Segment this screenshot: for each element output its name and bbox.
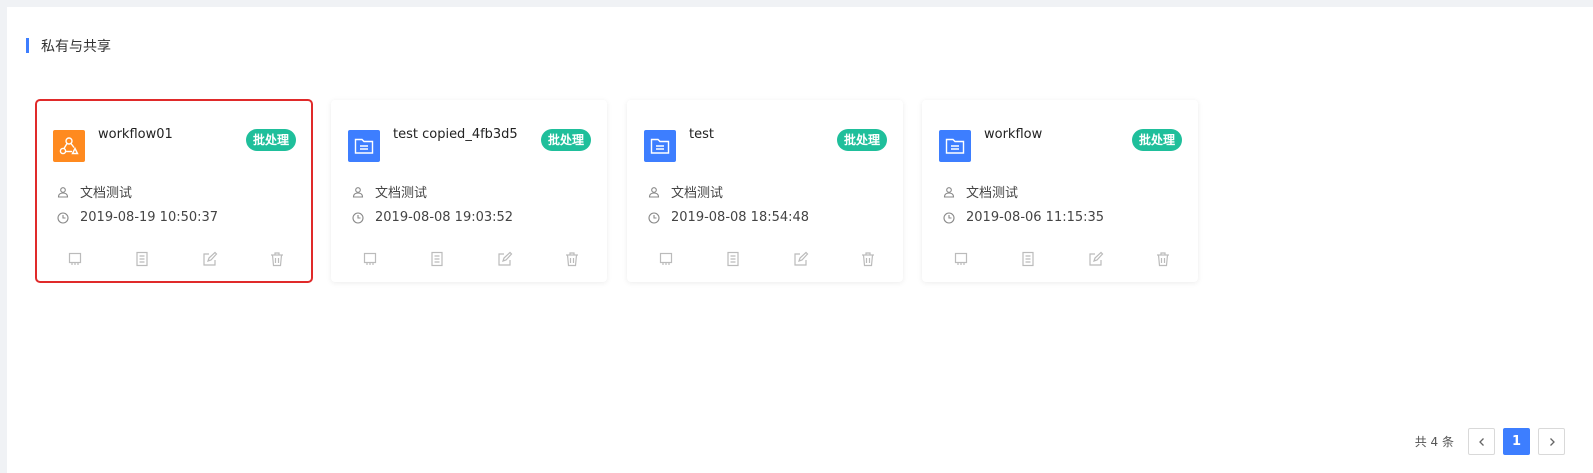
document-icon[interactable]	[133, 250, 151, 268]
edit-icon[interactable]	[792, 250, 810, 268]
type-badge: 批处理	[836, 129, 887, 151]
card-actions	[952, 250, 1172, 268]
document-icon[interactable]	[1019, 250, 1037, 268]
delete-icon[interactable]	[268, 250, 286, 268]
workflow-icon	[53, 130, 85, 162]
card-title[interactable]: test	[689, 127, 714, 142]
edit-icon[interactable]	[201, 250, 219, 268]
section-accent-bar	[26, 38, 29, 53]
type-badge: 批处理	[245, 129, 296, 151]
card-actions	[361, 250, 581, 268]
delete-icon[interactable]	[859, 250, 877, 268]
card-title[interactable]: test copied_4fb3d5	[393, 127, 518, 142]
time-row: 2019-08-06 11:15:35	[942, 210, 1104, 225]
run-icon[interactable]	[952, 250, 970, 268]
user-icon	[942, 185, 956, 199]
clock-icon	[56, 211, 70, 225]
owner-row: 文档测试	[942, 182, 1018, 201]
edit-icon[interactable]	[1087, 250, 1105, 268]
chevron-left-icon	[1478, 437, 1484, 446]
user-icon	[56, 185, 70, 199]
pagination: 共 4 条 1	[1415, 428, 1565, 455]
run-icon[interactable]	[66, 250, 84, 268]
user-icon	[351, 185, 365, 199]
clock-icon	[647, 211, 661, 225]
time-row: 2019-08-19 10:50:37	[56, 210, 218, 225]
owner-row: 文档测试	[56, 182, 132, 201]
owner-name: 文档测试	[80, 186, 133, 201]
project-card-test[interactable]: test 批处理 文档测试 2019-08-08 18:54:48	[627, 100, 903, 282]
time-row: 2019-08-08 18:54:48	[647, 210, 809, 225]
owner-name: 文档测试	[375, 186, 428, 201]
card-actions	[66, 250, 286, 268]
modified-time: 2019-08-08 18:54:48	[671, 210, 810, 225]
delete-icon[interactable]	[563, 250, 581, 268]
document-icon[interactable]	[724, 250, 742, 268]
folder-icon	[644, 130, 676, 162]
owner-row: 文档测试	[351, 182, 427, 201]
card-actions	[657, 250, 877, 268]
folder-icon	[939, 130, 971, 162]
delete-icon[interactable]	[1154, 250, 1172, 268]
chevron-right-icon	[1549, 437, 1555, 446]
clock-icon	[351, 211, 365, 225]
modified-time: 2019-08-19 10:50:37	[80, 210, 219, 225]
section-title: 私有与共享	[41, 38, 111, 55]
owner-name: 文档测试	[966, 186, 1019, 201]
folder-icon	[348, 130, 380, 162]
next-page-button[interactable]	[1538, 428, 1565, 455]
project-card-workflow01[interactable]: workflow01 批处理 文档测试 2019-08-19 10:50:37	[35, 99, 313, 283]
owner-name: 文档测试	[671, 186, 724, 201]
time-row: 2019-08-08 19:03:52	[351, 210, 513, 225]
modified-time: 2019-08-06 11:15:35	[966, 210, 1105, 225]
card-title[interactable]: workflow	[984, 127, 1042, 142]
project-card-test-copied[interactable]: test copied_4fb3d5 批处理 文档测试 2019-08-08 1…	[331, 100, 607, 282]
card-title[interactable]: workflow01	[98, 127, 173, 142]
main-panel: 私有与共享 workflow01 批处理 文档测试 2019-08-19 10:…	[7, 7, 1593, 473]
run-icon[interactable]	[361, 250, 379, 268]
edit-icon[interactable]	[496, 250, 514, 268]
total-count: 共 4 条	[1414, 435, 1454, 449]
user-icon	[647, 185, 661, 199]
prev-page-button[interactable]	[1468, 428, 1495, 455]
section-header: 私有与共享	[26, 37, 111, 55]
document-icon[interactable]	[428, 250, 446, 268]
page-button-current[interactable]: 1	[1503, 428, 1530, 455]
clock-icon	[942, 211, 956, 225]
run-icon[interactable]	[657, 250, 675, 268]
type-badge: 批处理	[1131, 129, 1182, 151]
project-card-workflow[interactable]: workflow 批处理 文档测试 2019-08-06 11:15:35	[922, 100, 1198, 282]
type-badge: 批处理	[540, 129, 591, 151]
modified-time: 2019-08-08 19:03:52	[375, 210, 514, 225]
owner-row: 文档测试	[647, 182, 723, 201]
